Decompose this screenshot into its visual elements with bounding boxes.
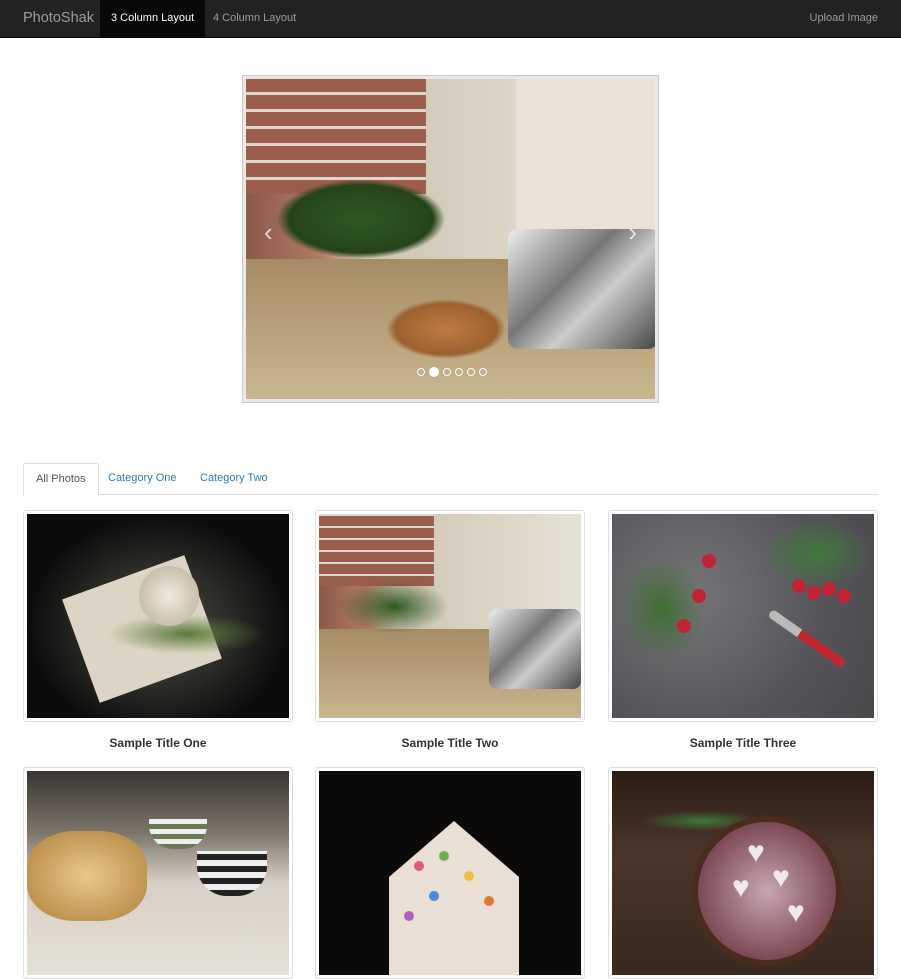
photo-heart-cookies-basket: ♥ ♥ ♥ ♥ xyxy=(612,771,874,975)
image-carousel: ‹ › xyxy=(242,75,659,403)
carousel-pasta xyxy=(386,299,506,359)
carousel-back-wall xyxy=(516,79,655,229)
gallery-thumbnail-1[interactable] xyxy=(23,510,293,722)
gallery-caption-3[interactable]: Sample Title Three xyxy=(608,736,878,750)
carousel-indicators xyxy=(417,367,487,377)
category-tabs: All Photos Category One Category Two xyxy=(23,463,878,496)
photo-bread-tea xyxy=(27,771,289,975)
gallery-thumbnail-4[interactable] xyxy=(23,767,293,979)
carousel-indicator-active[interactable] xyxy=(429,367,439,377)
carousel-brick-wall xyxy=(246,79,426,194)
carousel-indicator[interactable] xyxy=(467,368,475,376)
carousel-indicator[interactable] xyxy=(443,368,451,376)
gallery-caption-1[interactable]: Sample Title One xyxy=(23,736,293,750)
photo-twine-herbs xyxy=(27,514,289,718)
carousel-indicator[interactable] xyxy=(417,368,425,376)
carousel-indicator[interactable] xyxy=(455,368,463,376)
photo-gingerbread-house xyxy=(319,771,581,975)
gallery-thumbnail-2[interactable] xyxy=(315,510,585,722)
upload-image-link[interactable]: Upload Image xyxy=(799,0,890,38)
photo-radishes xyxy=(612,514,874,718)
tab-category-one[interactable]: Category One xyxy=(96,463,188,495)
brand-logo[interactable]: PhotoShak xyxy=(23,0,94,38)
gallery-thumbnail-6[interactable]: ♥ ♥ ♥ ♥ xyxy=(608,767,878,979)
gallery-thumbnail-5[interactable] xyxy=(315,767,585,979)
nav-item-4-column-layout[interactable]: 4 Column Layout xyxy=(202,0,307,38)
carousel-greens xyxy=(276,179,446,259)
carousel-prev-icon[interactable]: ‹ xyxy=(264,217,273,248)
carousel-slide-image: ‹ › xyxy=(246,79,655,399)
carousel-next-icon[interactable]: › xyxy=(628,217,637,248)
gallery-thumbnail-3[interactable] xyxy=(608,510,878,722)
photo-pasta-kitchen xyxy=(319,514,581,718)
tab-category-two[interactable]: Category Two xyxy=(188,463,280,495)
gallery-caption-2[interactable]: Sample Title Two xyxy=(315,736,585,750)
nav-item-3-column-layout[interactable]: 3 Column Layout xyxy=(100,0,206,38)
carousel-indicator[interactable] xyxy=(479,368,487,376)
top-navbar: PhotoShak 3 Column Layout 4 Column Layou… xyxy=(0,0,901,38)
tab-all-photos[interactable]: All Photos xyxy=(23,463,99,496)
